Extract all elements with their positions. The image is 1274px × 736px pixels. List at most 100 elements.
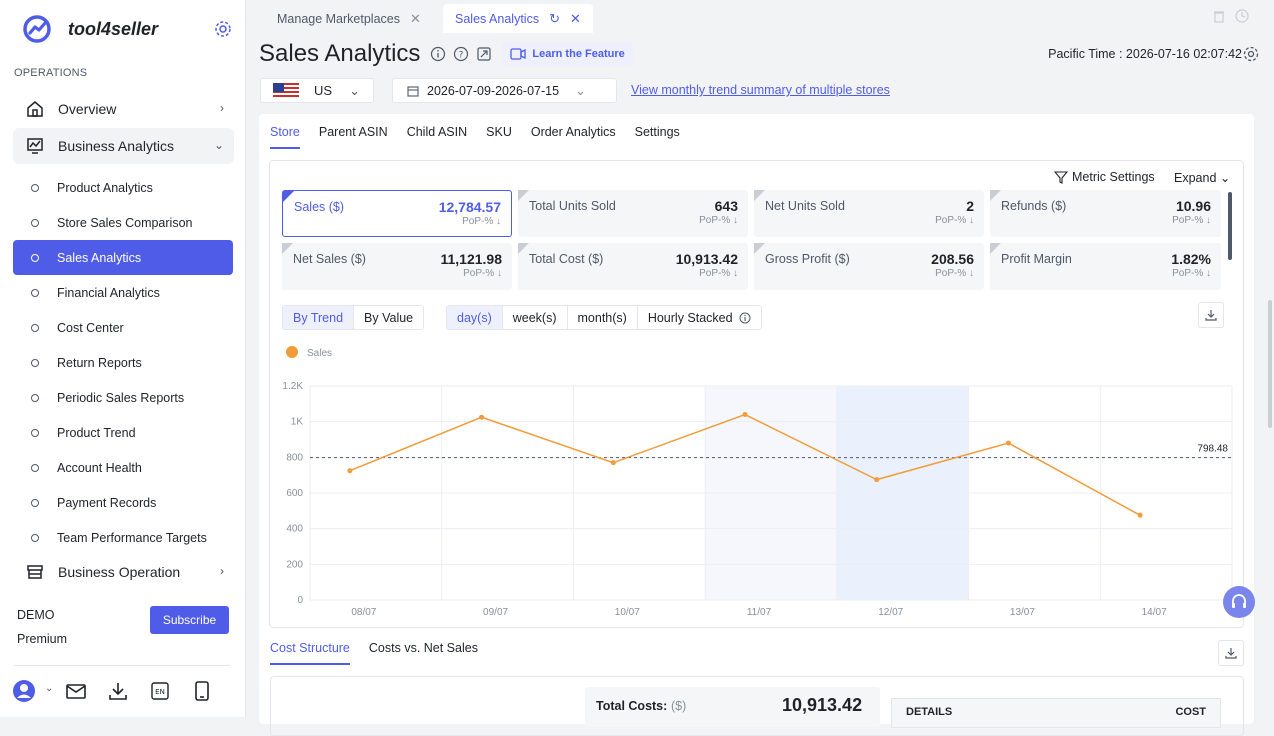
- logo[interactable]: tool4seller: [22, 14, 158, 44]
- tab-costs-vs-net-sales[interactable]: Costs vs. Net Sales: [369, 641, 478, 665]
- checkbox-icon[interactable]: [282, 243, 293, 254]
- tab-sales-analytics[interactable]: Sales Analytics ↻ ✕: [443, 4, 593, 33]
- months-button[interactable]: month(s): [567, 306, 638, 329]
- trash-icon[interactable]: [1212, 9, 1226, 23]
- country-value: US: [314, 83, 333, 98]
- learn-feature-button[interactable]: Learn the Feature: [502, 42, 633, 66]
- hourly-stacked-button[interactable]: Hourly Stacked: [637, 306, 761, 329]
- bullet-icon: [31, 498, 39, 507]
- nav-business-analytics-label: Business Analytics: [58, 138, 174, 154]
- subtab-sku[interactable]: SKU: [486, 125, 512, 149]
- checkbox-icon[interactable]: [990, 243, 1001, 254]
- metric-card-profit-margin[interactable]: Profit Margin 1.82% PoP-% ↓: [990, 243, 1221, 290]
- nav-item-product-trend[interactable]: Product Trend: [13, 415, 233, 450]
- checkbox-icon[interactable]: [754, 243, 765, 254]
- tab-cost-structure[interactable]: Cost Structure: [270, 641, 350, 665]
- metric-pop: PoP-% ↓: [1172, 215, 1211, 226]
- external-link-icon[interactable]: [476, 46, 492, 62]
- metric-card-net-units-sold[interactable]: Net Units Sold 2 PoP-% ↓: [754, 190, 984, 237]
- help-icon[interactable]: ?: [453, 46, 469, 62]
- page-scrollbar[interactable]: [1268, 300, 1272, 428]
- checkbox-icon[interactable]: [518, 243, 529, 254]
- close-icon[interactable]: ✕: [570, 11, 581, 27]
- cost-download-button[interactable]: [1218, 640, 1244, 666]
- data-point: [874, 477, 880, 483]
- by-value-button[interactable]: By Value: [354, 306, 424, 329]
- expand-button[interactable]: Expand ⌄: [1174, 170, 1230, 185]
- mail-icon[interactable]: [64, 679, 88, 703]
- period-toggle: day(s) week(s) month(s) Hourly Stacked: [446, 305, 762, 330]
- bullet-icon: [31, 323, 39, 332]
- checkbox-icon[interactable]: [283, 191, 294, 202]
- download-icon: [1205, 310, 1217, 321]
- svg-text:EN: EN: [155, 688, 165, 696]
- metric-value: 10.96: [1175, 198, 1211, 214]
- refresh-icon[interactable]: ↻: [549, 11, 560, 27]
- date-range-picker[interactable]: 2026-07-09-2026-07-15 ⌄: [392, 78, 617, 103]
- nav-item-financial-analytics[interactable]: Financial Analytics: [13, 275, 233, 310]
- metric-settings-button[interactable]: Metric Settings: [1054, 170, 1155, 184]
- subtab-order-analytics[interactable]: Order Analytics: [531, 125, 616, 149]
- close-icon[interactable]: ✕: [410, 11, 421, 27]
- filter-icon: [1054, 171, 1068, 184]
- language-icon[interactable]: EN: [148, 679, 172, 703]
- subtab-child-asin[interactable]: Child ASIN: [407, 125, 467, 149]
- checkbox-icon[interactable]: [754, 190, 765, 201]
- chart-download-button[interactable]: [1198, 302, 1224, 328]
- checkbox-icon[interactable]: [990, 190, 1001, 201]
- nav-item-product-analytics[interactable]: Product Analytics: [13, 170, 233, 205]
- metric-card-net-sales[interactable]: Net Sales ($) 11,121.98 PoP-% ↓: [282, 243, 512, 290]
- nav-item-periodic-sales-reports[interactable]: Periodic Sales Reports: [13, 380, 233, 415]
- nav-business-analytics[interactable]: Business Analytics ⌄: [13, 128, 234, 164]
- pop-label: PoP-%: [1172, 215, 1204, 226]
- download-icon[interactable]: [106, 679, 130, 703]
- settings-gear-icon[interactable]: [213, 19, 233, 39]
- subscribe-button[interactable]: Subscribe: [150, 606, 229, 634]
- support-chat-button[interactable]: [1223, 586, 1255, 618]
- metric-pop: PoP-% ↓: [699, 215, 738, 226]
- timezone-settings-icon[interactable]: [1242, 45, 1260, 63]
- headset-icon: [1232, 594, 1246, 608]
- metric-card-total-units-sold[interactable]: Total Units Sold 643 PoP-% ↓: [518, 190, 748, 237]
- monthly-trend-link[interactable]: View monthly trend summary of multiple s…: [631, 83, 890, 97]
- x-tick-label: 12/07: [878, 607, 903, 618]
- nav-item-return-reports[interactable]: Return Reports: [13, 345, 233, 380]
- metric-settings-label: Metric Settings: [1072, 170, 1155, 184]
- nav-business-operation[interactable]: Business Operation ›: [13, 554, 234, 590]
- avatar-icon[interactable]: [12, 679, 36, 703]
- nav-item-team-performance-targets[interactable]: Team Performance Targets: [13, 520, 233, 555]
- nav-item-cost-center[interactable]: Cost Center: [13, 310, 233, 345]
- metrics-scrollbar[interactable]: [1228, 192, 1232, 260]
- avatar-dropdown-icon[interactable]: ⌄: [45, 683, 53, 694]
- checkbox-icon[interactable]: [518, 190, 529, 201]
- metric-card-total-cost[interactable]: Total Cost ($) 10,913.42 PoP-% ↓: [518, 243, 748, 290]
- analytics-icon: [27, 138, 43, 154]
- metric-card-sales[interactable]: Sales ($) 12,784.57 PoP-% ↓: [282, 190, 512, 237]
- clock-icon[interactable]: [1235, 9, 1249, 23]
- by-trend-button[interactable]: By Trend: [283, 306, 355, 329]
- mobile-icon[interactable]: [190, 679, 214, 703]
- sales-trend-chart: 0 200 400 600 800 1K 1.2K 08/07 09/07 10/07 11/07…: [282, 346, 1233, 618]
- subtab-store[interactable]: Store: [270, 125, 300, 149]
- pop-label: PoP-%: [463, 268, 495, 279]
- calendar-icon: [407, 85, 419, 97]
- logo-icon: [23, 15, 51, 43]
- nav-overview-label: Overview: [58, 101, 117, 117]
- nav-item-store-sales-comparison[interactable]: Store Sales Comparison: [13, 205, 233, 240]
- subtab-parent-asin[interactable]: Parent ASIN: [319, 125, 388, 149]
- legend-label: Sales: [307, 348, 332, 359]
- weeks-button[interactable]: week(s): [502, 306, 568, 329]
- nav-overview[interactable]: Overview ›: [13, 91, 234, 127]
- subtab-settings[interactable]: Settings: [635, 125, 680, 149]
- info-icon[interactable]: [430, 46, 446, 62]
- legend-marker: [286, 346, 298, 358]
- tab-manage-marketplaces[interactable]: Manage Marketplaces ✕: [265, 4, 433, 33]
- country-select[interactable]: US ⌄: [260, 78, 374, 103]
- nav-item-account-health[interactable]: Account Health: [13, 450, 233, 485]
- days-button[interactable]: day(s): [447, 306, 503, 329]
- metric-card-gross-profit[interactable]: Gross Profit ($) 208.56 PoP-% ↓: [754, 243, 984, 290]
- nav-item-payment-records[interactable]: Payment Records: [13, 485, 233, 520]
- metric-card-refunds[interactable]: Refunds ($) 10.96 PoP-% ↓: [990, 190, 1221, 237]
- sidebar: tool4seller OPERATIONS Overview › Busine…: [0, 0, 246, 717]
- nav-item-sales-analytics[interactable]: Sales Analytics: [13, 240, 233, 275]
